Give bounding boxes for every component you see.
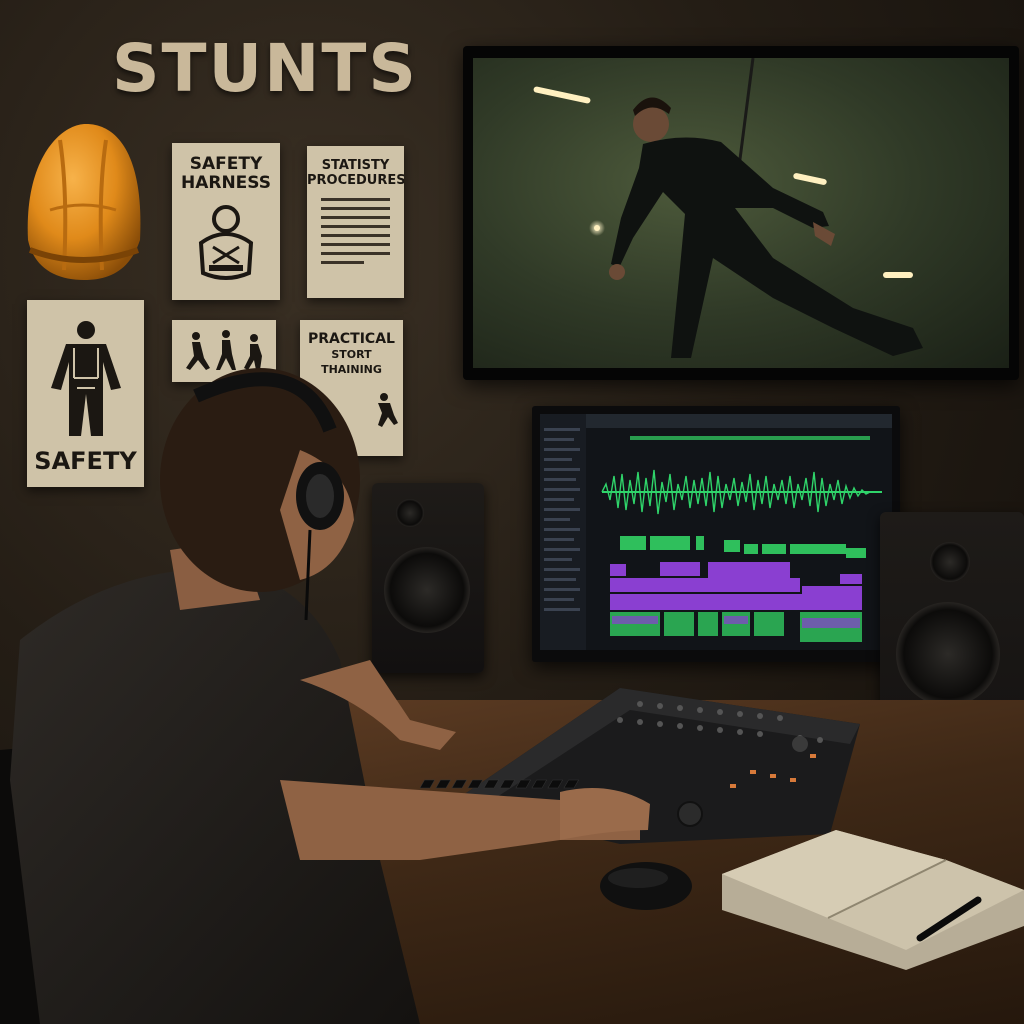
wall-tv xyxy=(463,46,1019,380)
wall-title: STUNTS xyxy=(112,30,418,107)
editor-person xyxy=(0,360,660,1024)
procedure-text-lines xyxy=(307,198,404,264)
poster-procedures: STATISTY PROCEDURES xyxy=(307,146,404,298)
hard-hat-icon xyxy=(20,120,146,285)
poster-harness-title-line2: HARNESS xyxy=(180,173,272,193)
open-notebook xyxy=(716,830,1024,970)
tweeter xyxy=(930,542,970,582)
poster-training-title-line1: PRACTICAL xyxy=(308,331,395,347)
stunt-performer-frame xyxy=(533,58,923,358)
harness-icon xyxy=(198,205,254,280)
tv-screen xyxy=(473,58,1009,368)
editing-room-scene: STUNTS SAFETY HARNESS STATISTY PROCEDURE… xyxy=(0,0,1024,1024)
woofer xyxy=(896,602,1000,706)
poster-procedures-title-line1: STATISTY xyxy=(321,158,390,173)
poster-safety-harness: SAFETY HARNESS xyxy=(172,143,280,300)
poster-procedures-title-line2: PROCEDURES xyxy=(307,173,404,188)
poster-harness-title-line1: SAFETY xyxy=(189,154,263,174)
